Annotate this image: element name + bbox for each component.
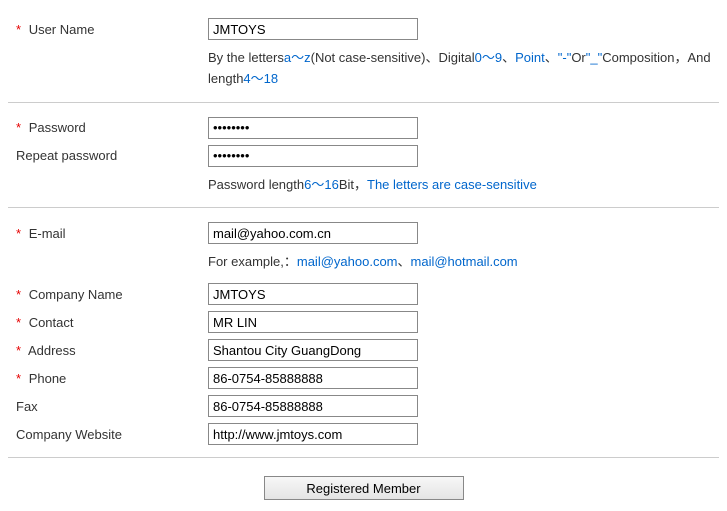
label-text: Address xyxy=(28,343,76,358)
email-input[interactable] xyxy=(208,222,418,244)
input-col xyxy=(208,222,719,244)
row-username: * User Name xyxy=(8,18,719,40)
username-input[interactable] xyxy=(208,18,418,40)
input-col xyxy=(208,311,719,333)
required-mark: * xyxy=(16,120,21,135)
label-password: * Password xyxy=(8,120,208,135)
label-text: Fax xyxy=(16,399,38,414)
website-input[interactable] xyxy=(208,423,418,445)
label-text: E-mail xyxy=(29,226,66,241)
label-text: Password xyxy=(29,120,86,135)
label-username: * User Name xyxy=(8,22,208,37)
label-email: * E-mail xyxy=(8,226,208,241)
password-input[interactable] xyxy=(208,117,418,139)
input-col xyxy=(208,339,719,361)
row-company-name: * Company Name xyxy=(8,283,719,305)
row-website: Company Website xyxy=(8,423,719,445)
label-text: Phone xyxy=(29,371,67,386)
company-name-input[interactable] xyxy=(208,283,418,305)
contact-input[interactable] xyxy=(208,311,418,333)
required-mark: * xyxy=(16,22,21,37)
label-company-name: * Company Name xyxy=(8,287,208,302)
row-phone: * Phone xyxy=(8,367,719,389)
label-text: Contact xyxy=(29,315,74,330)
label-website: Company Website xyxy=(8,427,208,442)
input-col xyxy=(208,395,719,417)
password-hint: Password length6～16Bit，The letters are c… xyxy=(208,175,719,196)
register-button[interactable]: Registered Member xyxy=(264,476,464,500)
input-col xyxy=(208,367,719,389)
phone-input[interactable] xyxy=(208,367,418,389)
label-repeat-password: Repeat password xyxy=(8,148,208,163)
required-mark: * xyxy=(16,371,21,386)
input-col xyxy=(208,145,719,167)
label-text: User Name xyxy=(29,22,95,37)
label-text: Repeat password xyxy=(16,148,117,163)
label-text: Company Website xyxy=(16,427,122,442)
row-password: * Password xyxy=(8,117,719,139)
required-mark: * xyxy=(16,287,21,302)
input-col xyxy=(208,423,719,445)
row-address: * Address xyxy=(8,339,719,361)
row-repeat-password: Repeat password xyxy=(8,145,719,167)
divider xyxy=(8,457,719,458)
label-text: Company Name xyxy=(29,287,123,302)
label-contact: * Contact xyxy=(8,315,208,330)
input-col xyxy=(208,283,719,305)
row-contact: * Contact xyxy=(8,311,719,333)
divider xyxy=(8,207,719,208)
repeat-password-input[interactable] xyxy=(208,145,418,167)
username-hint: By the lettersa～z(Not case-sensitive)、Di… xyxy=(208,48,719,90)
email-hint: For example,：mail@yahoo.com、mail@hotmail… xyxy=(208,252,719,273)
required-mark: * xyxy=(16,343,21,358)
row-email: * E-mail xyxy=(8,222,719,244)
required-mark: * xyxy=(16,226,21,241)
row-fax: Fax xyxy=(8,395,719,417)
address-input[interactable] xyxy=(208,339,418,361)
submit-row: Registered Member xyxy=(8,476,719,500)
label-address: * Address xyxy=(8,343,208,358)
divider xyxy=(8,102,719,103)
required-mark: * xyxy=(16,315,21,330)
input-col xyxy=(208,117,719,139)
fax-input[interactable] xyxy=(208,395,418,417)
label-phone: * Phone xyxy=(8,371,208,386)
label-fax: Fax xyxy=(8,399,208,414)
input-col xyxy=(208,18,719,40)
